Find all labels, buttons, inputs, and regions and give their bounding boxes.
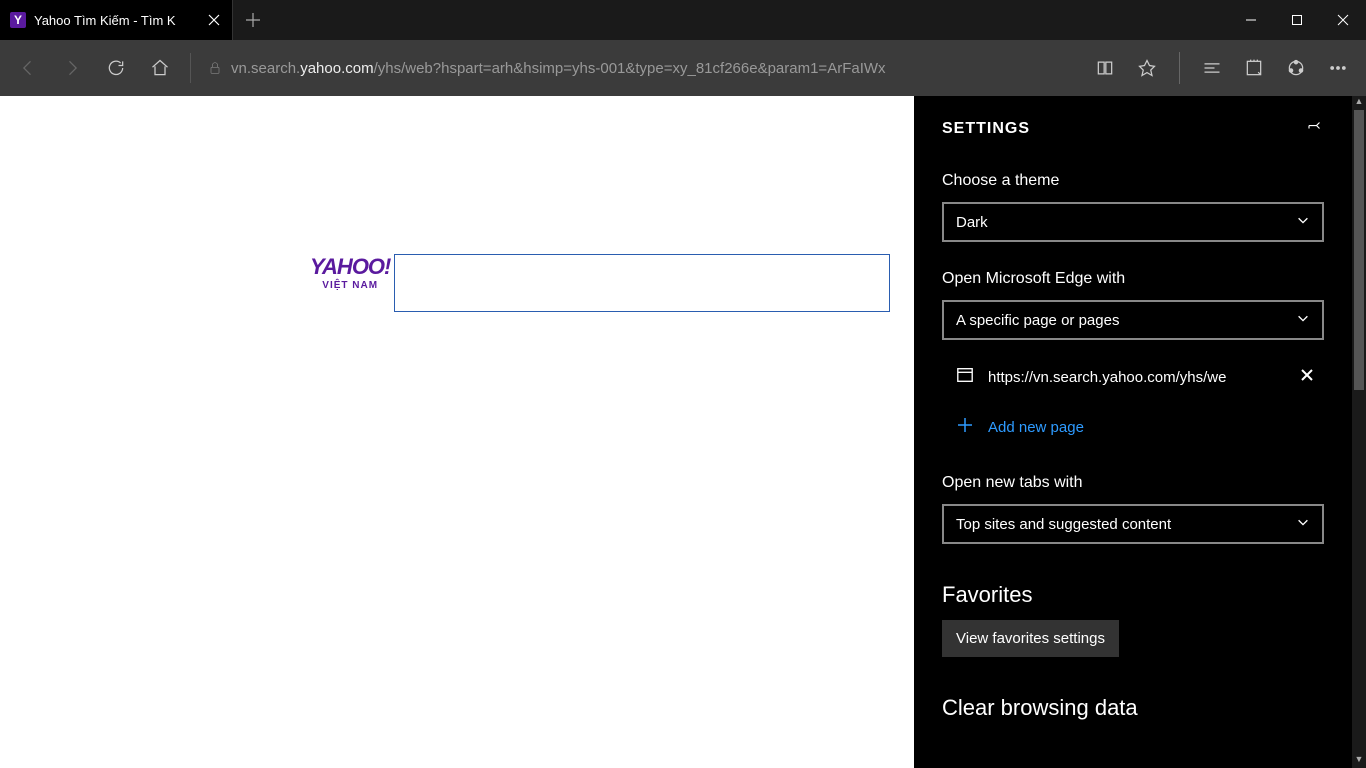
forward-button[interactable]	[52, 48, 92, 88]
remove-page-button[interactable]	[1300, 368, 1314, 386]
tab-favicon: Y	[10, 12, 26, 28]
notes-button[interactable]	[1234, 48, 1274, 88]
yahoo-logo-sub: VIỆT NAM	[322, 280, 378, 291]
startup-page-entry[interactable]: https://vn.search.yahoo.com/yhs/we	[942, 358, 1324, 396]
theme-label: Choose a theme	[942, 172, 1324, 190]
new-tabs-label: Open new tabs with	[942, 474, 1324, 492]
open-with-label: Open Microsoft Edge with	[942, 270, 1324, 288]
hub-button[interactable]	[1192, 48, 1232, 88]
toolbar-separator	[190, 53, 191, 83]
share-button[interactable]	[1276, 48, 1316, 88]
address-text: vn.search.yahoo.com/yhs/web?hspart=arh&h…	[231, 60, 886, 77]
theme-value: Dark	[956, 214, 988, 231]
tab-close-button[interactable]	[204, 10, 224, 30]
page-icon	[956, 366, 974, 388]
tab-title: Yahoo Tìm Kiếm - Tìm K	[34, 13, 196, 28]
plus-icon	[956, 416, 974, 438]
yahoo-logo-main: YAHOO!	[310, 254, 390, 280]
chevron-down-icon	[1296, 515, 1310, 533]
startup-page-url: https://vn.search.yahoo.com/yhs/we	[988, 369, 1286, 386]
chevron-down-icon	[1296, 311, 1310, 329]
toolbar-right	[1085, 48, 1358, 88]
open-with-select[interactable]: A specific page or pages	[942, 300, 1324, 340]
scroll-down-arrow[interactable]: ▼	[1352, 754, 1366, 768]
home-button[interactable]	[140, 48, 180, 88]
close-window-button[interactable]	[1320, 0, 1366, 40]
url-path: /yhs/web?hspart=arh&hsimp=yhs-001&type=x…	[374, 60, 886, 77]
new-tab-button[interactable]	[233, 0, 273, 40]
settings-scrollbar[interactable]: ▲ ▼	[1352, 96, 1366, 768]
pin-button[interactable]	[1306, 118, 1324, 140]
url-domain: yahoo.com	[300, 60, 373, 77]
more-button[interactable]	[1318, 48, 1358, 88]
scroll-up-arrow[interactable]: ▲	[1352, 96, 1366, 110]
toolbar-separator	[1179, 52, 1180, 84]
yahoo-logo[interactable]: YAHOO! VIỆT NAM	[310, 254, 390, 291]
settings-header: SETTINGS	[942, 118, 1324, 140]
settings-panel: SETTINGS Choose a theme Dark Open Micros…	[914, 96, 1352, 768]
refresh-button[interactable]	[96, 48, 136, 88]
url-prefix: vn.search.	[231, 60, 300, 77]
add-new-page-label: Add new page	[988, 419, 1084, 436]
reading-view-button[interactable]	[1085, 48, 1125, 88]
settings-title: SETTINGS	[942, 120, 1030, 138]
lock-icon	[207, 60, 223, 76]
back-button[interactable]	[8, 48, 48, 88]
open-with-value: A specific page or pages	[956, 312, 1119, 329]
address-bar[interactable]: vn.search.yahoo.com/yhs/web?hspart=arh&h…	[201, 48, 1081, 88]
chevron-down-icon	[1296, 213, 1310, 231]
view-favorites-settings-button[interactable]: View favorites settings	[942, 620, 1119, 657]
minimize-button[interactable]	[1228, 0, 1274, 40]
favorite-button[interactable]	[1127, 48, 1167, 88]
search-input[interactable]	[394, 254, 890, 312]
maximize-button[interactable]	[1274, 0, 1320, 40]
clear-data-heading: Clear browsing data	[942, 695, 1324, 721]
title-bar: Y Yahoo Tìm Kiếm - Tìm K	[0, 0, 1366, 40]
add-new-page-button[interactable]: Add new page	[942, 408, 1324, 446]
favorites-heading: Favorites	[942, 582, 1324, 608]
browser-toolbar: vn.search.yahoo.com/yhs/web?hspart=arh&h…	[0, 40, 1366, 96]
browser-tab[interactable]: Y Yahoo Tìm Kiếm - Tìm K	[0, 0, 233, 40]
theme-select[interactable]: Dark	[942, 202, 1324, 242]
yahoo-search-area: YAHOO! VIỆT NAM	[310, 254, 890, 312]
new-tabs-select[interactable]: Top sites and suggested content	[942, 504, 1324, 544]
new-tabs-value: Top sites and suggested content	[956, 516, 1171, 533]
window-controls	[1228, 0, 1366, 40]
scrollbar-thumb[interactable]	[1354, 110, 1364, 390]
